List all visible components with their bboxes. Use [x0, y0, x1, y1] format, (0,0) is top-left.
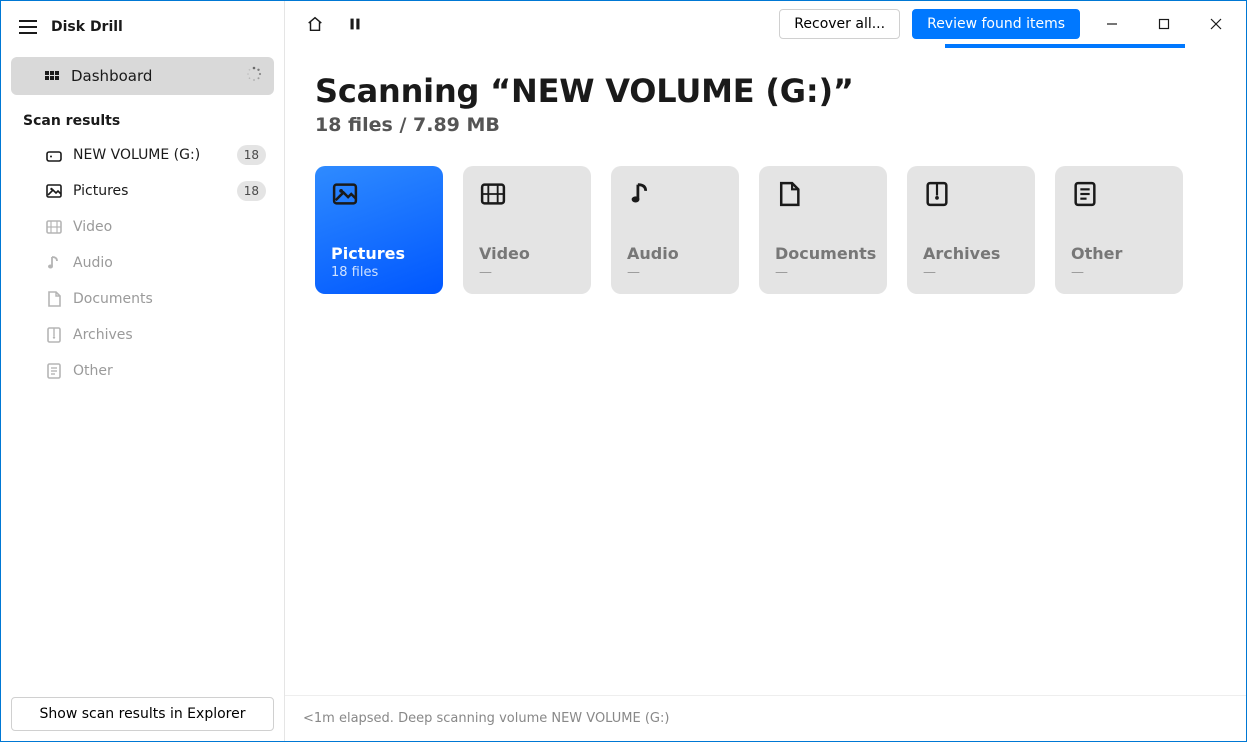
card-count: —: [1071, 265, 1167, 280]
sidebar-item-archives[interactable]: Archives: [1, 317, 284, 353]
status-bar: <1m elapsed. Deep scanning volume NEW VO…: [285, 695, 1246, 741]
close-button[interactable]: [1196, 9, 1236, 39]
category-card-video[interactable]: Video —: [463, 166, 591, 294]
scanning-target: “NEW VOLUME (G:)”: [490, 72, 854, 110]
category-card-pictures[interactable]: Pictures 18 files: [315, 166, 443, 294]
card-title: Video: [479, 244, 575, 263]
card-count: —: [627, 265, 723, 280]
card-count: —: [479, 265, 575, 280]
card-count: —: [775, 265, 871, 280]
audio-icon: [627, 180, 659, 208]
category-card-documents[interactable]: Documents —: [759, 166, 887, 294]
maximize-button[interactable]: [1144, 9, 1184, 39]
picture-icon: [45, 182, 63, 200]
sidebar-item-label: Other: [73, 363, 270, 379]
spinner-icon: [246, 66, 262, 86]
scanning-prefix: Scanning: [315, 72, 490, 110]
count-badge: 18: [237, 181, 266, 201]
menu-icon[interactable]: [19, 18, 37, 36]
status-text: <1m elapsed. Deep scanning volume NEW VO…: [303, 711, 669, 726]
card-count: —: [923, 265, 1019, 280]
category-card-audio[interactable]: Audio —: [611, 166, 739, 294]
other-icon: [45, 362, 63, 380]
sidebar-item-pictures[interactable]: Pictures 18: [1, 173, 284, 209]
sidebar-item-documents[interactable]: Documents: [1, 281, 284, 317]
sidebar-section-title: Scan results: [1, 103, 284, 137]
document-icon: [45, 290, 63, 308]
show-in-explorer-button[interactable]: Show scan results in Explorer: [11, 697, 274, 731]
category-card-other[interactable]: Other —: [1055, 166, 1183, 294]
card-title: Other: [1071, 244, 1167, 263]
archive-icon: [45, 326, 63, 344]
count-badge: 18: [237, 145, 266, 165]
audio-icon: [45, 254, 63, 272]
dashboard-icon: [43, 67, 61, 85]
scan-summary: 18 files / 7.89 MB: [315, 114, 1216, 136]
page-title: Scanning “NEW VOLUME (G:)”: [315, 72, 1216, 110]
main: Recover all... Review found items Scanni…: [285, 1, 1246, 741]
video-icon: [479, 180, 511, 208]
sidebar-item-label: Video: [73, 219, 270, 235]
sidebar-item-label: Pictures: [73, 183, 223, 199]
card-title: Pictures: [331, 244, 427, 263]
sidebar-item-new-volume-g-[interactable]: NEW VOLUME (G:) 18: [1, 137, 284, 173]
sidebar-item-video[interactable]: Video: [1, 209, 284, 245]
sidebar-item-other[interactable]: Other: [1, 353, 284, 389]
sidebar-item-label: Documents: [73, 291, 270, 307]
minimize-button[interactable]: [1092, 9, 1132, 39]
other-icon: [1071, 180, 1103, 208]
document-icon: [775, 180, 807, 208]
recover-all-button[interactable]: Recover all...: [779, 9, 900, 39]
sidebar-item-label: Archives: [73, 327, 270, 343]
picture-icon: [331, 180, 363, 208]
sidebar-item-label: Audio: [73, 255, 270, 271]
sidebar-item-audio[interactable]: Audio: [1, 245, 284, 281]
sidebar-item-dashboard[interactable]: Dashboard: [11, 57, 274, 95]
sidebar-item-label: NEW VOLUME (G:): [73, 147, 223, 163]
archive-icon: [923, 180, 955, 208]
card-title: Documents: [775, 244, 871, 263]
sidebar: Disk Drill Dashboard Scan results NEW VO…: [1, 1, 285, 741]
category-card-archives[interactable]: Archives —: [907, 166, 1035, 294]
titlebar: Recover all... Review found items: [285, 1, 1246, 48]
card-title: Audio: [627, 244, 723, 263]
sidebar-item-label: Dashboard: [71, 67, 152, 85]
video-icon: [45, 218, 63, 236]
drive-icon: [45, 146, 63, 164]
pause-button[interactable]: [341, 10, 369, 38]
review-found-items-button[interactable]: Review found items: [912, 9, 1080, 39]
app-title: Disk Drill: [51, 19, 123, 35]
home-button[interactable]: [301, 10, 329, 38]
card-title: Archives: [923, 244, 1019, 263]
card-count: 18 files: [331, 265, 427, 280]
scan-progress-indicator: [945, 44, 1185, 48]
